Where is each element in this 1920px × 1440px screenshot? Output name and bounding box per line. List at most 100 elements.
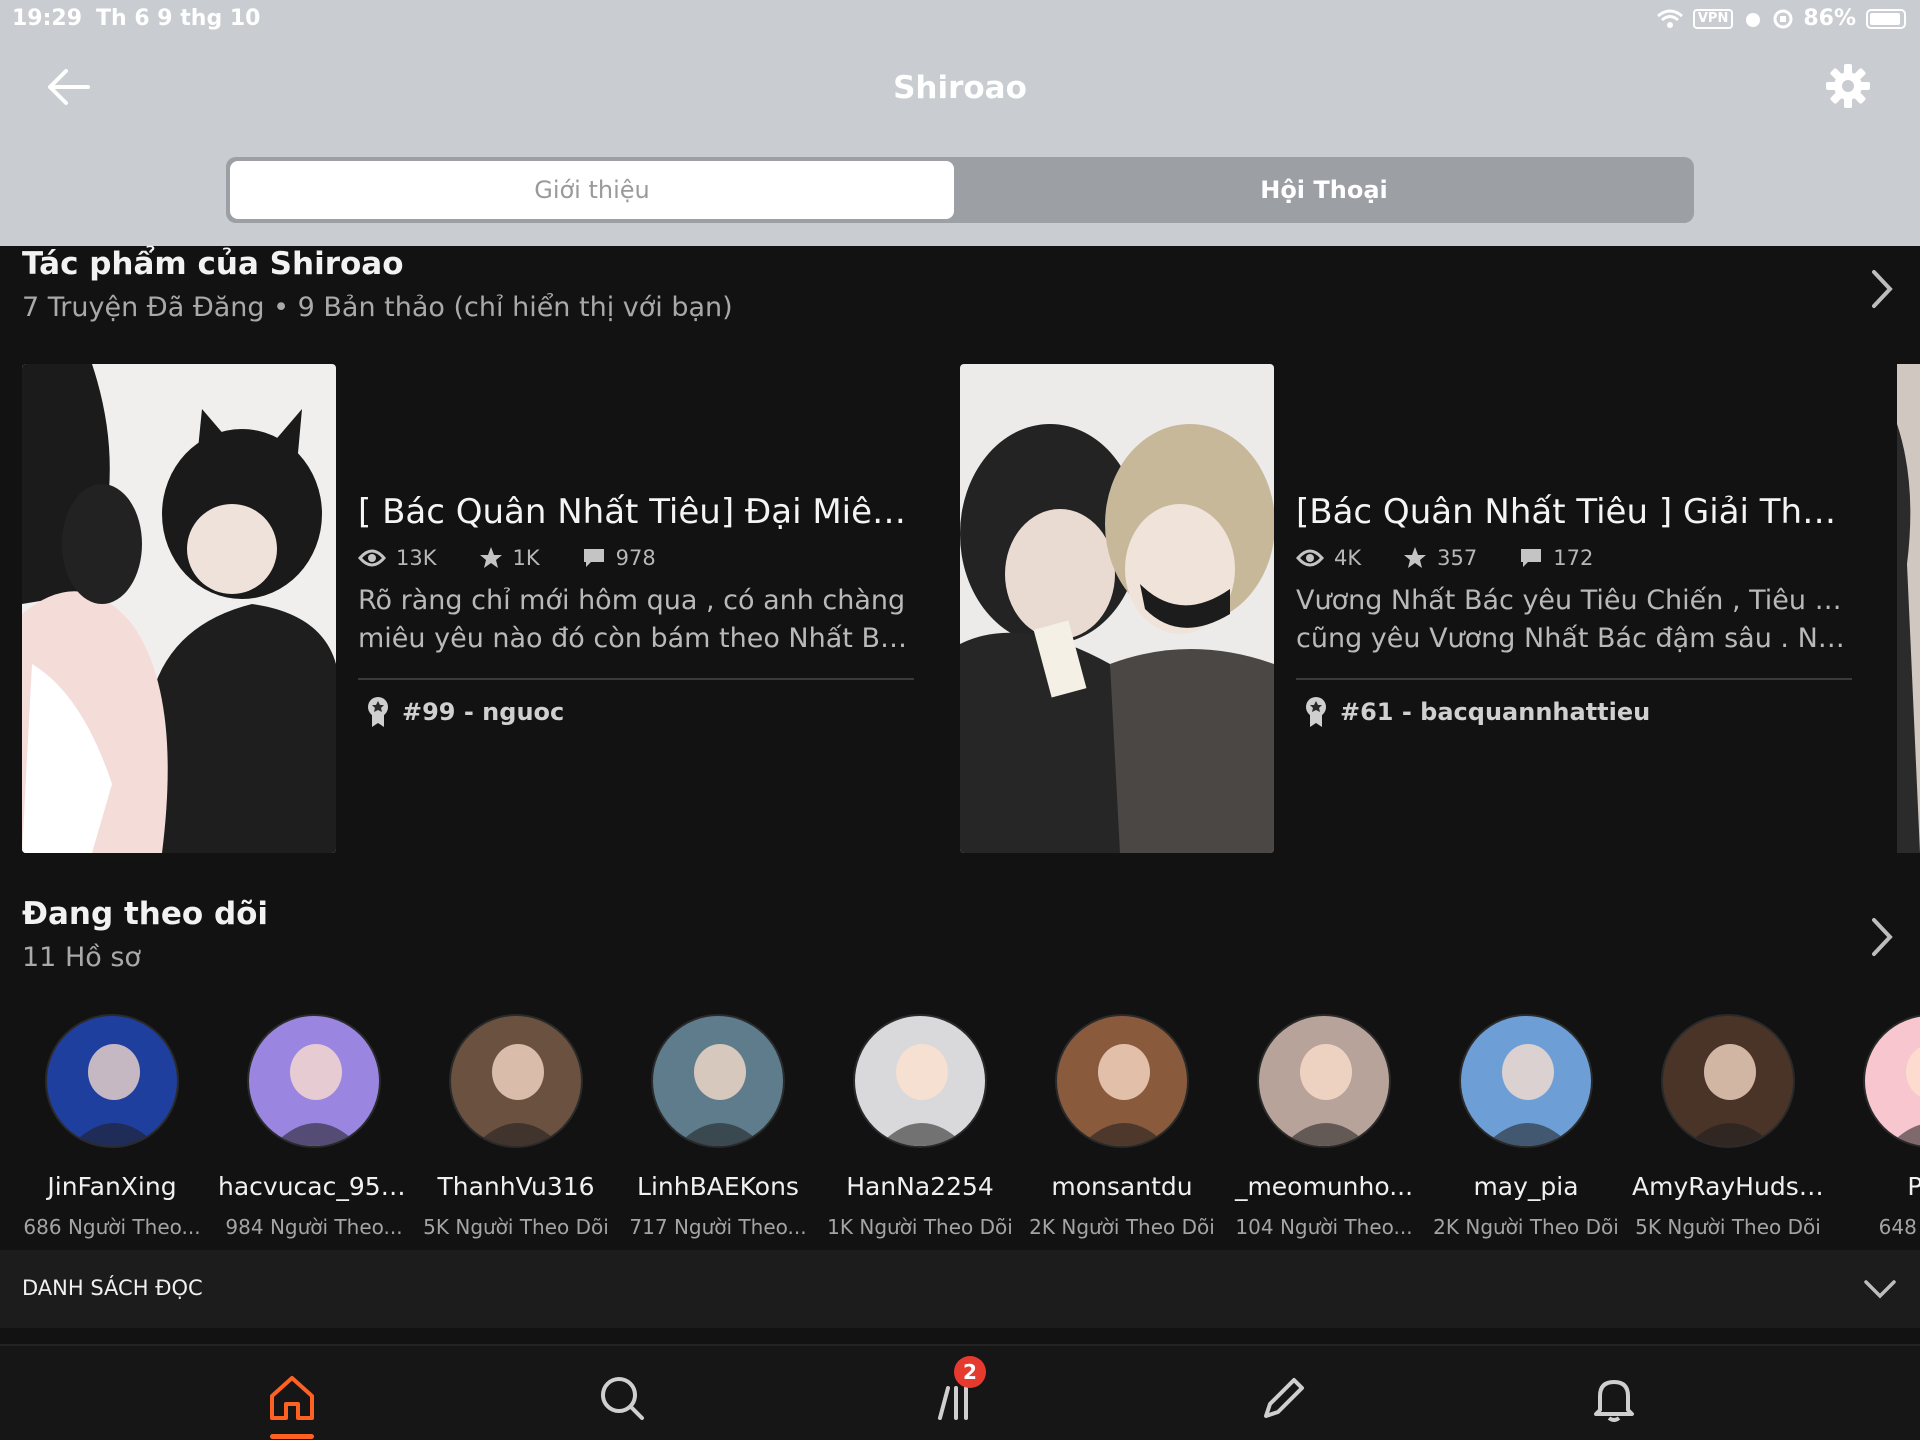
home-icon[interactable] bbox=[266, 1372, 318, 1424]
alarm-icon bbox=[1746, 12, 1761, 27]
star-icon bbox=[479, 547, 502, 568]
story-title[interactable]: [Bác Quân Nhất Tiêu ] Giải Thoát bbox=[1296, 492, 1856, 532]
page-title: Shiroao bbox=[893, 70, 1027, 106]
profile-followers: 1K Người Theo Dõi bbox=[827, 1215, 1013, 1239]
tab-hoi-thoai[interactable]: Hội Thoại bbox=[960, 161, 1688, 219]
segmented-control: Giới thiệu Hội Thoại bbox=[226, 157, 1694, 223]
avatar[interactable] bbox=[1459, 1014, 1593, 1148]
story-desc-line: Vương Nhất Bác yêu Tiêu Chiến , Tiêu Chi… bbox=[1296, 585, 1856, 616]
battery-percent: 86% bbox=[1803, 6, 1856, 31]
following-subtitle: 11 Hồ sơ bbox=[22, 942, 141, 973]
following-profile[interactable]: Puy 648 Người bbox=[1830, 1012, 1920, 1239]
following-chevron-right-icon[interactable] bbox=[1866, 914, 1898, 960]
story-rank[interactable]: #99 - nguoc bbox=[366, 696, 564, 728]
story-card[interactable]: [Bác Quân Nhất Tiêu ] Giải Thoát 4K 357 … bbox=[960, 364, 1860, 853]
story-desc-line: cũng yêu Vương Nhất Bác đậm sâu . Nhưn..… bbox=[1296, 623, 1856, 654]
story-rank-label: #61 - bacquannhattieu bbox=[1340, 698, 1651, 726]
following-profile[interactable]: JinFanXing 686 Người Theo... bbox=[12, 1012, 212, 1239]
story-title[interactable]: [ Bác Quân Nhất Tiêu] Đại Miêu Y... bbox=[358, 492, 918, 532]
works-title: Tác phẩm của Shiroao bbox=[22, 246, 404, 282]
story-desc-line: Rõ ràng chỉ mới hôm qua , có anh chàng bbox=[358, 585, 906, 616]
status-bar: 19:29 Th 6 9 thg 10 VPN 86% bbox=[0, 0, 1920, 38]
following-profile[interactable]: hacvucac_9503 984 Người Theo... bbox=[214, 1012, 414, 1239]
story-cover-partial[interactable] bbox=[1897, 364, 1920, 853]
search-icon[interactable] bbox=[596, 1372, 648, 1424]
divider bbox=[1296, 678, 1852, 680]
avatar[interactable] bbox=[1863, 1014, 1920, 1148]
profile-followers: 5K Người Theo Dõi bbox=[423, 1215, 609, 1239]
vpn-indicator: VPN bbox=[1692, 8, 1734, 29]
works-subtitle: 7 Truyện Đã Đăng • 9 Bản thảo (chỉ hiển … bbox=[22, 292, 733, 323]
following-title: Đang theo dõi bbox=[22, 896, 269, 932]
story-votes: 1K bbox=[512, 546, 540, 570]
bell-icon[interactable] bbox=[1588, 1372, 1640, 1424]
notification-badge: 2 bbox=[954, 1356, 986, 1388]
award-ribbon-icon bbox=[368, 697, 388, 727]
profile-name: JinFanXing bbox=[47, 1172, 177, 1201]
profile-name: may_pia bbox=[1473, 1172, 1579, 1201]
story-rank-label: #99 - nguoc bbox=[402, 698, 565, 726]
bottom-tab-bar: 2 bbox=[0, 1344, 1920, 1440]
eye-icon bbox=[358, 549, 386, 567]
story-stats: 4K 357 172 bbox=[1296, 546, 1593, 570]
reading-list-row[interactable]: DANH SÁCH ĐỌC bbox=[0, 1250, 1920, 1328]
profile-name: monsantdu bbox=[1051, 1172, 1193, 1201]
avatar[interactable] bbox=[45, 1014, 179, 1148]
divider bbox=[358, 678, 914, 680]
status-icons: VPN 86% bbox=[1656, 6, 1906, 31]
gear-icon[interactable] bbox=[1824, 62, 1872, 110]
story-card[interactable]: [ Bác Quân Nhất Tiêu] Đại Miêu Y... 13K … bbox=[22, 364, 922, 853]
following-profile[interactable]: may_pia 2K Người Theo Dõi bbox=[1426, 1012, 1626, 1239]
avatar[interactable] bbox=[449, 1014, 583, 1148]
following-profile[interactable]: monsantdu 2K Người Theo Dõi bbox=[1022, 1012, 1222, 1239]
avatar[interactable] bbox=[1661, 1014, 1795, 1148]
avatar[interactable] bbox=[1257, 1014, 1391, 1148]
story-description: Vương Nhất Bác yêu Tiêu Chiến , Tiêu Chi… bbox=[1296, 582, 1856, 658]
story-reads: 13K bbox=[396, 546, 437, 570]
profile-followers: 2K Người Theo Dõi bbox=[1433, 1215, 1619, 1239]
story-cover-image[interactable] bbox=[22, 364, 336, 853]
rotation-lock-icon bbox=[1773, 9, 1793, 28]
tab-gioi-thieu[interactable]: Giới thiệu bbox=[230, 161, 954, 219]
battery-icon bbox=[1866, 8, 1906, 29]
story-cover-image[interactable] bbox=[960, 364, 1274, 853]
story-description: Rõ ràng chỉ mới hôm qua , có anh chàng m… bbox=[358, 582, 918, 658]
profile-followers: 104 Người Theo... bbox=[1235, 1215, 1413, 1239]
profile-followers: 717 Người Theo... bbox=[629, 1215, 807, 1239]
avatar[interactable] bbox=[1055, 1014, 1189, 1148]
following-profile[interactable]: LinhBAEKons 717 Người Theo... bbox=[618, 1012, 818, 1239]
profile-followers: 2K Người Theo Dõi bbox=[1029, 1215, 1215, 1239]
following-profile[interactable]: _meomunho... 104 Người Theo... bbox=[1224, 1012, 1424, 1239]
profile-followers: 686 Người Theo... bbox=[23, 1215, 201, 1239]
active-tab-indicator bbox=[270, 1434, 314, 1439]
profile-name: _meomunho... bbox=[1234, 1172, 1414, 1201]
profile-followers: 984 Người Theo... bbox=[225, 1215, 403, 1239]
comment-icon bbox=[1521, 549, 1542, 567]
story-rank[interactable]: #61 - bacquannhattieu bbox=[1304, 696, 1650, 728]
profile-followers: 5K Người Theo Dõi bbox=[1635, 1215, 1821, 1239]
avatar[interactable] bbox=[853, 1014, 987, 1148]
award-ribbon-icon bbox=[1306, 697, 1326, 727]
story-stats: 13K 1K 978 bbox=[358, 546, 656, 570]
avatar[interactable] bbox=[651, 1014, 785, 1148]
profile-name: Puy bbox=[1830, 1172, 1920, 1201]
pencil-icon[interactable] bbox=[1258, 1372, 1310, 1424]
following-profile[interactable]: ThanhVu316 5K Người Theo Dõi bbox=[416, 1012, 616, 1239]
profile-name: hacvucac_9503 bbox=[218, 1172, 413, 1201]
avatar[interactable] bbox=[247, 1014, 381, 1148]
story-comments: 172 bbox=[1553, 546, 1594, 570]
story-desc-line: miêu yêu nào đó còn bám theo Nhất Bác,..… bbox=[358, 623, 918, 654]
status-date: Th 6 9 thg 10 bbox=[96, 6, 261, 31]
profile-followers: 648 Người bbox=[1878, 1215, 1920, 1239]
header: 19:29 Th 6 9 thg 10 VPN 86% Shiroao Giới… bbox=[0, 0, 1920, 246]
wifi-icon bbox=[1656, 9, 1683, 28]
works-chevron-right-icon[interactable] bbox=[1866, 266, 1898, 312]
chevron-down-icon[interactable] bbox=[1862, 1274, 1898, 1302]
profile-name: ThanhVu316 bbox=[437, 1172, 595, 1201]
story-votes: 357 bbox=[1437, 546, 1478, 570]
following-list: JinFanXing 686 Người Theo... hacvucac_9503… bbox=[0, 1012, 1920, 1244]
profile-name: AmyRayHudson bbox=[1632, 1172, 1828, 1201]
status-time: 19:29 bbox=[12, 6, 83, 31]
following-profile[interactable]: HanNa2254 1K Người Theo Dõi bbox=[820, 1012, 1020, 1239]
following-profile[interactable]: AmyRayHudson 5K Người Theo Dõi bbox=[1628, 1012, 1828, 1239]
